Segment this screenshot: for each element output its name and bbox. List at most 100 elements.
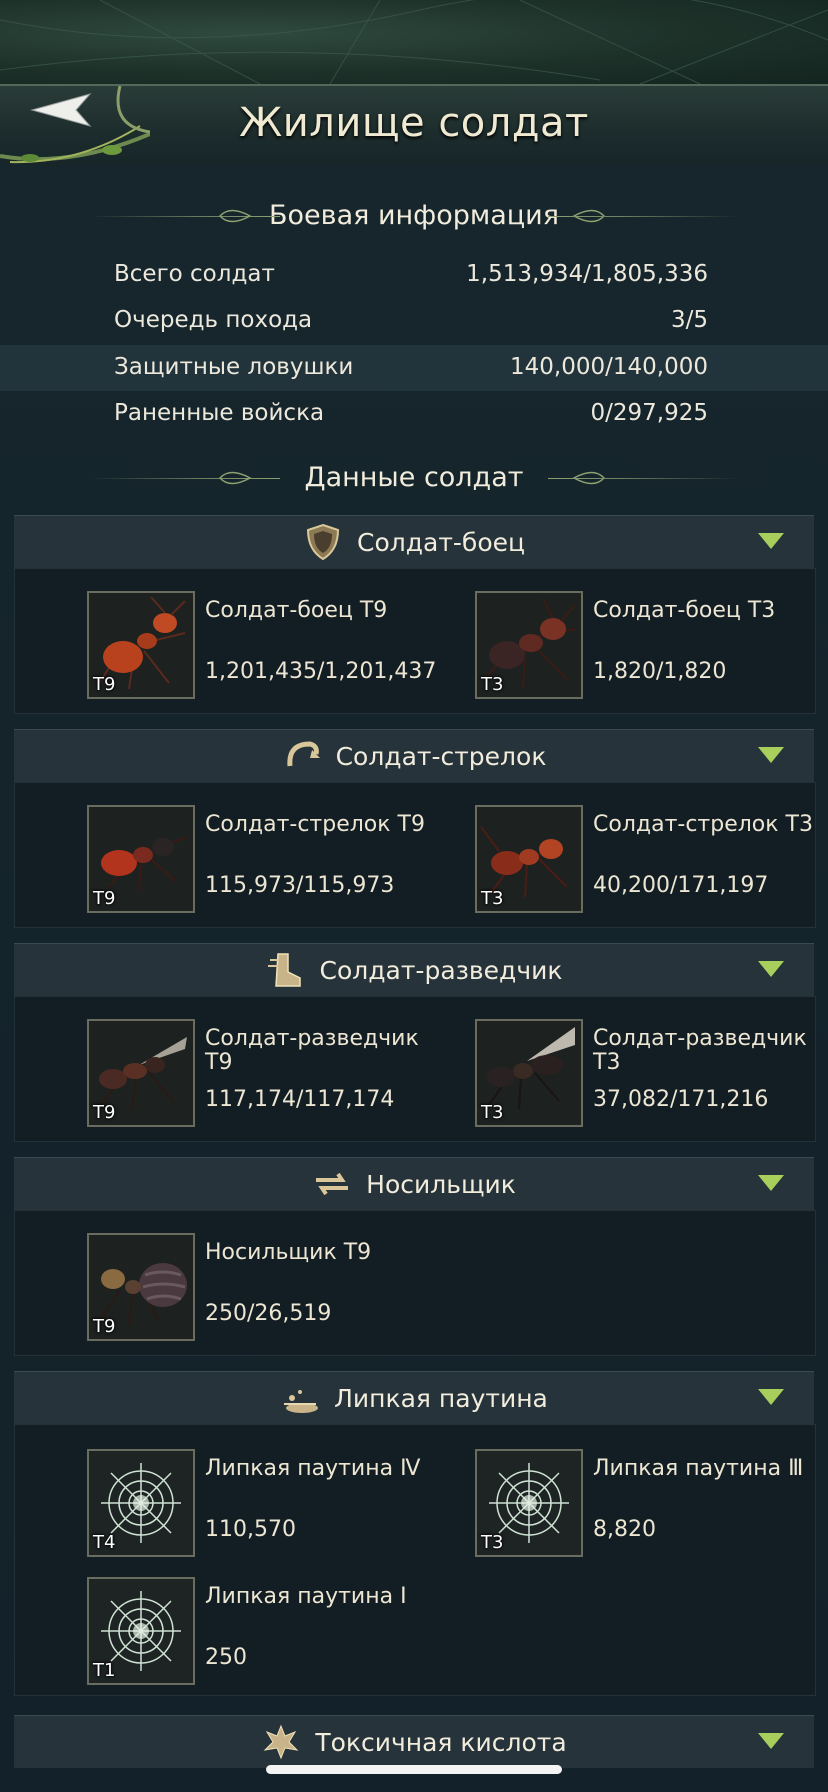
unit-thumbnail[interactable]: T9 (87, 805, 195, 913)
soldier-data-title: Данные солдат (304, 462, 524, 493)
info-row-defense-traps: Защитные ловушки 140,000/140,000 (0, 345, 828, 391)
boot-icon (267, 953, 301, 987)
unit-card[interactable]: T9 Носильщик T9 250/26,519 (87, 1233, 467, 1341)
unit-name: Липкая паутина Ⅰ (205, 1584, 407, 1609)
unit-count: 250 (205, 1645, 247, 1670)
chevron-down-icon (758, 1389, 784, 1405)
info-value: 3/5 (670, 307, 708, 333)
chevron-down-icon (758, 961, 784, 977)
chevron-down-icon (758, 1733, 784, 1749)
unit-count: 40,200/171,197 (593, 873, 769, 898)
category-bar-shooter[interactable]: Солдат-стрелок (14, 729, 814, 782)
chevron-down-icon (758, 1175, 784, 1191)
divider-right (548, 215, 738, 217)
unit-count: 115,973/115,973 (205, 873, 395, 898)
info-value: 0/297,925 (590, 400, 709, 426)
battle-info-title: Боевая информация (269, 200, 559, 231)
category-label: Солдат-боец (356, 527, 526, 557)
sticky-web-icon (284, 1390, 319, 1413)
category-panel-scout: T9 Солдат-разведчик T9 117,174/117,174 T… (14, 996, 816, 1142)
category-panel-shooter: T9 Солдат-стрелок T9 115,973/115,973 T3 … (14, 782, 816, 928)
category-bar-scout[interactable]: Солдат-разведчик (14, 943, 814, 996)
unit-card[interactable]: T3 Солдат-боец T3 1,820/1,820 (475, 591, 828, 699)
leaf-ornament-icon (218, 471, 252, 484)
shield-icon (306, 523, 339, 561)
category-panel-fighter: T9 Солдат-боец T9 1,201,435/1,201,437 T3… (14, 568, 816, 714)
unit-count: 1,201,435/1,201,437 (205, 659, 437, 684)
unit-thumbnail[interactable]: T3 (475, 1449, 583, 1557)
unit-thumbnail[interactable]: T9 (87, 591, 195, 699)
info-row-wounded: Раненные войска 0/297,925 (90, 391, 740, 437)
home-indicator (266, 1765, 562, 1774)
unit-name: Солдат-стрелок T3 (593, 812, 813, 837)
chevron-down-icon (758, 747, 784, 763)
unit-count: 250/26,519 (205, 1301, 332, 1326)
category-bar-fighter[interactable]: Солдат-боец (14, 515, 814, 568)
page-title: Жилище солдат (239, 100, 589, 146)
tier-badge: T3 (481, 1532, 504, 1553)
top-background (0, 0, 828, 84)
category-bar-carrier[interactable]: Носильщик (14, 1157, 814, 1210)
bow-icon (286, 741, 320, 767)
unit-name: Липкая паутина Ⅲ (593, 1456, 804, 1481)
category-label: Солдат-стрелок (335, 741, 547, 771)
unit-count: 1,820/1,820 (593, 659, 727, 684)
battle-info-heading: Боевая информация (0, 200, 828, 231)
unit-thumbnail[interactable]: T4 (87, 1449, 195, 1557)
unit-thumbnail[interactable]: T9 (87, 1019, 195, 1127)
category-panel-sticky-web: T4 Липкая паутина Ⅳ 110,570 T3 Липкая па… (14, 1424, 816, 1696)
info-label: Защитные ловушки (114, 354, 354, 380)
unit-card[interactable]: T3 Солдат-разведчик T3 37,082/171,216 (475, 1019, 828, 1127)
info-row-total-soldiers: Всего солдат 1,513,934/1,805,336 (90, 252, 740, 298)
tier-badge: T3 (481, 674, 504, 695)
unit-count: 110,570 (205, 1517, 296, 1542)
unit-thumbnail[interactable]: T3 (475, 805, 583, 913)
info-value: 140,000/140,000 (510, 354, 708, 380)
tier-badge: T9 (93, 888, 116, 909)
leaf-ornament-icon (218, 209, 252, 222)
category-label: Носильщик (366, 1169, 516, 1199)
unit-thumbnail[interactable]: T3 (475, 1019, 583, 1127)
unit-count: 117,174/117,174 (205, 1087, 395, 1112)
info-row-march-queue: Очередь похода 3/5 (90, 298, 740, 344)
info-label: Очередь похода (114, 307, 313, 333)
unit-name: Солдат-разведчик T9 (205, 1026, 419, 1075)
unit-thumbnail[interactable]: T9 (87, 1233, 195, 1341)
unit-card[interactable]: T9 Солдат-разведчик T9 117,174/117,174 (87, 1019, 467, 1127)
header-bar: Жилище солдат (0, 84, 828, 169)
unit-name: Солдат-разведчик T3 (593, 1026, 807, 1075)
unit-name: Солдат-стрелок T9 (205, 812, 425, 837)
divider-right (548, 477, 738, 479)
category-bar-sticky-web[interactable]: Липкая паутина (14, 1371, 814, 1424)
tier-badge: T3 (481, 1102, 504, 1123)
unit-count: 37,082/171,216 (593, 1087, 769, 1112)
unit-thumbnail[interactable]: T1 (87, 1577, 195, 1685)
unit-card[interactable]: T3 Солдат-стрелок T3 40,200/171,197 (475, 805, 828, 913)
category-panel-carrier: T9 Носильщик T9 250/26,519 (14, 1210, 816, 1356)
unit-name: Носильщик T9 (205, 1240, 372, 1265)
unit-card[interactable]: T9 Солдат-стрелок T9 115,973/115,973 (87, 805, 467, 913)
info-label: Раненные войска (114, 400, 325, 426)
category-label: Солдат-разведчик (319, 955, 563, 985)
web-decoration (0, 0, 828, 84)
unit-card[interactable]: T3 Липкая паутина Ⅲ 8,820 (475, 1449, 828, 1557)
soldier-data-heading: Данные солдат (0, 462, 828, 493)
category-label: Липкая паутина (334, 1383, 548, 1413)
unit-count: 8,820 (593, 1517, 656, 1542)
tier-badge: T9 (93, 674, 116, 695)
tier-badge: T9 (93, 1316, 116, 1337)
info-label: Всего солдат (114, 261, 275, 287)
unit-name: Солдат-боец T9 (205, 598, 388, 623)
toxic-acid-icon (263, 1724, 299, 1760)
tier-badge: T9 (93, 1102, 116, 1123)
category-label: Токсичная кислота (315, 1727, 567, 1757)
transfer-icon (316, 1172, 349, 1196)
unit-card[interactable]: T4 Липкая паутина Ⅳ 110,570 (87, 1449, 467, 1557)
unit-thumbnail[interactable]: T3 (475, 591, 583, 699)
unit-card[interactable]: T9 Солдат-боец T9 1,201,435/1,201,437 (87, 591, 467, 699)
tier-badge: T3 (481, 888, 504, 909)
category-bar-toxic-acid[interactable]: Токсичная кислота (14, 1715, 814, 1768)
tier-badge: T1 (93, 1660, 116, 1681)
unit-card[interactable]: T1 Липкая паутина Ⅰ 250 (87, 1577, 467, 1685)
tier-badge: T4 (93, 1532, 116, 1553)
